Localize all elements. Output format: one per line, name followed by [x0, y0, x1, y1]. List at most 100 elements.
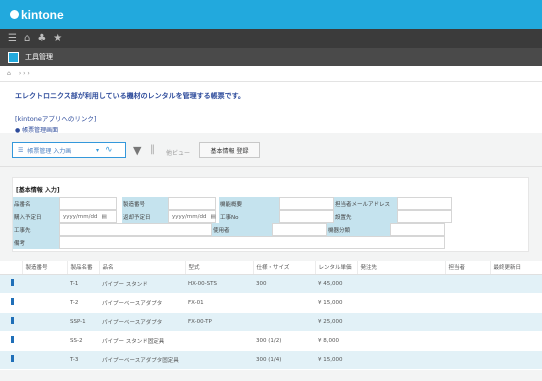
column-header[interactable]: 品名 — [99, 261, 186, 275]
table-cell — [445, 331, 490, 351]
record-detail-cell[interactable] — [0, 274, 22, 294]
remarks-input[interactable] — [59, 236, 445, 249]
basic-info-toggle-button[interactable]: 基本情報 登録 — [199, 142, 260, 158]
filter-icon[interactable]: ▼ — [133, 144, 141, 157]
table-header-row: 製造番号 製品名番 品名 型式 仕様・サイズ レンタル単価 発注先 担当者 最終… — [0, 261, 542, 275]
menu-icon[interactable]: ☰ — [8, 33, 17, 44]
table-cell: FX-00-TP — [185, 312, 253, 332]
graph-icon[interactable]: ∿ — [105, 145, 113, 155]
record-detail-cell[interactable] — [0, 293, 22, 313]
kintone-logo[interactable]: kintone — [10, 8, 64, 22]
list-view-icon: ☰ — [18, 146, 24, 154]
column-header[interactable]: 最終更新日 — [490, 261, 542, 275]
form-row: 購入予定日 yyyy/mm/dd ▤ 返却予定日 yyyy/mm/dd ▤ 工事… — [13, 210, 503, 223]
form-input[interactable] — [168, 197, 216, 210]
table-cell: T-2 — [67, 293, 99, 313]
table-cell — [22, 331, 67, 351]
form-grid: 品番名 製造番号 機能概要 担当者メールアドレス 購入予定日 yyyy/mm/d… — [13, 197, 503, 249]
table-cell: パイプー スタンド — [99, 274, 185, 294]
table-cell: パイプーベースアダプタ — [99, 293, 185, 313]
column-header[interactable]: 仕様・サイズ — [253, 261, 316, 275]
table-cell — [357, 293, 445, 313]
table-row[interactable]: T-3 パイプーベースアダプタ固定具 300 (1/4) ¥ 15,000 — [0, 350, 542, 370]
breadcrumb-trail[interactable]: › › › — [19, 70, 30, 77]
form-input[interactable] — [59, 223, 212, 236]
table-row[interactable]: SS-2 パイプー スタンド固定具 300 (1/2) ¥ 8,000 — [0, 331, 542, 351]
column-header[interactable]: 担当者 — [445, 261, 491, 275]
form-row: 工事先 使用者 機器分類 — [13, 223, 503, 236]
table-cell — [253, 293, 315, 313]
record-detail-cell[interactable] — [0, 331, 22, 351]
home-icon[interactable]: ⌂ — [24, 33, 30, 44]
form-label: 使用者 — [212, 223, 272, 236]
table-cell: 300 (1/2) — [253, 331, 315, 351]
form-row: 品番名 製造番号 機能概要 担当者メールアドレス — [13, 197, 503, 210]
bell-icon[interactable]: ♣ — [37, 33, 46, 44]
form-label: 購入予定日 — [13, 210, 59, 223]
form-input[interactable] — [279, 197, 334, 210]
table-cell: SSP-1 — [67, 312, 99, 332]
table-cell: T-1 — [67, 274, 99, 294]
table-cell — [357, 331, 445, 351]
other-views-link[interactable]: 他ビュー — [166, 148, 190, 157]
form-input[interactable] — [59, 197, 117, 210]
table-cell — [490, 312, 542, 332]
column-header[interactable]: 製造番号 — [22, 261, 68, 275]
app-description: エレクトロニクス部が利用している機材のレンタルを管理する帳票です。 [kinto… — [0, 82, 542, 134]
record-detail-cell[interactable] — [0, 350, 22, 370]
table-cell — [445, 293, 490, 313]
table-cell: T-3 — [67, 350, 99, 370]
table-cell — [22, 350, 67, 370]
date-input[interactable]: yyyy/mm/dd ▤ — [59, 210, 117, 223]
record-detail-icon[interactable] — [11, 279, 14, 286]
table-cell — [490, 350, 542, 370]
column-header[interactable]: レンタル単価 — [315, 261, 358, 275]
table-cell: FX-01 — [185, 293, 253, 313]
column-header[interactable]: 製品名番 — [67, 261, 100, 275]
form-label: 機器分類 — [327, 223, 390, 236]
records-table: 製造番号 製品名番 品名 型式 仕様・サイズ レンタル単価 発注先 担当者 最終… — [0, 261, 542, 370]
form-label: 工事No — [219, 210, 279, 223]
chevron-down-icon: ▾ — [95, 146, 99, 154]
table-cell: 300 (1/4) — [253, 350, 315, 370]
table-cell: パイプーベースアダプタ固定具 — [99, 350, 185, 370]
record-detail-icon[interactable] — [11, 317, 14, 324]
form-title: [基本情報 入力] — [16, 187, 60, 194]
table-cell — [445, 350, 490, 370]
description-text: エレクトロニクス部が利用している機材のレンタルを管理する帳票です。 — [15, 92, 245, 100]
calendar-icon[interactable]: ▤ — [210, 214, 215, 220]
column-header[interactable]: 発注先 — [357, 261, 446, 275]
form-input[interactable] — [397, 197, 452, 210]
star-icon[interactable]: ★ — [53, 33, 62, 44]
form-input[interactable] — [272, 223, 327, 236]
app-header: 工具管理 — [0, 48, 542, 66]
column-header[interactable]: 型式 — [185, 261, 254, 275]
kintone-app-link[interactable]: [kintoneアプリへのリンク] — [15, 113, 542, 123]
record-detail-icon[interactable] — [11, 336, 14, 343]
view-select-label: 帳票管理 入力画 — [27, 147, 72, 155]
table-row[interactable]: SSP-1 パイプーベースアダプタ FX-00-TP ¥ 25,000 — [0, 312, 542, 332]
date-input[interactable]: yyyy/mm/dd ▤ — [168, 210, 216, 223]
form-input[interactable] — [279, 210, 334, 223]
record-detail-icon[interactable] — [11, 355, 14, 362]
form-input[interactable] — [390, 223, 445, 236]
table-cell — [185, 331, 253, 351]
breadcrumb: ⌂ › › › — [0, 66, 542, 82]
app-icon — [8, 51, 19, 63]
bar-chart-icon[interactable]: ‖ — [150, 144, 155, 155]
calendar-icon[interactable]: ▤ — [101, 214, 106, 220]
table-cell — [357, 312, 445, 332]
date-input-value: yyyy/mm/dd — [172, 213, 207, 220]
top-bar: kintone — [0, 0, 542, 29]
form-input[interactable] — [397, 210, 452, 223]
logo-mark-icon — [10, 10, 19, 19]
record-detail-icon[interactable] — [11, 298, 14, 305]
table-cell: ¥ 8,000 — [315, 331, 357, 351]
table-row[interactable]: T-1 パイプー スタンド HX-00-STS 300 ¥ 45,000 — [0, 274, 542, 294]
form-label: 製造番号 — [122, 197, 168, 210]
table-cell: ¥ 15,000 — [315, 293, 357, 313]
table-cell: ¥ 45,000 — [315, 274, 357, 294]
record-detail-cell[interactable] — [0, 312, 22, 332]
home-breadcrumb-icon[interactable]: ⌂ — [7, 70, 11, 77]
table-row[interactable]: T-2 パイプーベースアダプタ FX-01 ¥ 15,000 — [0, 293, 542, 313]
